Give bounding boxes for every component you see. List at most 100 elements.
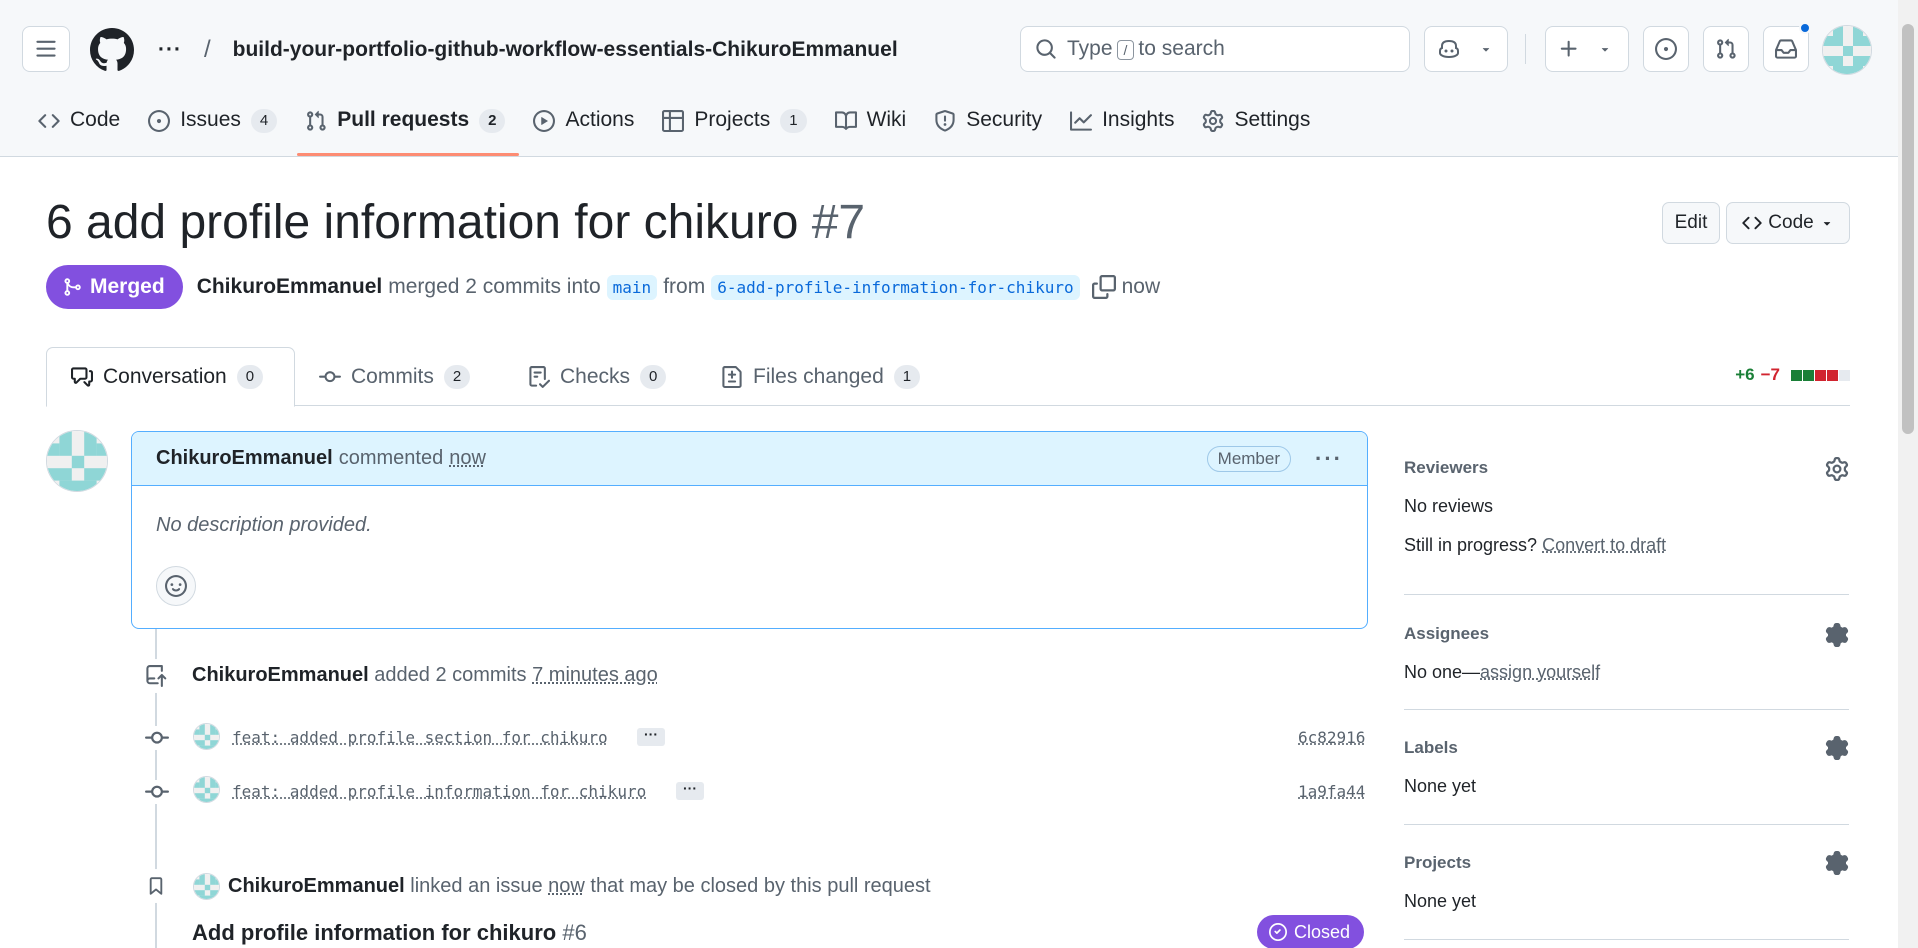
commit-expand-button[interactable]: ··· — [676, 781, 704, 800]
header-divider — [1525, 34, 1526, 64]
edit-button[interactable]: Edit — [1662, 202, 1720, 244]
identicon-icon — [1823, 26, 1871, 74]
commit-expand-button[interactable]: ··· — [637, 727, 665, 746]
code-dropdown-label: Code — [1768, 212, 1814, 233]
assignees-none: No one— — [1404, 662, 1481, 682]
tab-pull-requests[interactable]: Pull requests 2 — [291, 100, 520, 156]
commit-sha-link[interactable]: 6c82916 — [1298, 728, 1365, 747]
linked-issue-link[interactable]: Add profile information for chikuro #6 — [192, 920, 587, 946]
tab-label: Wiki — [866, 108, 907, 131]
role-badge: Member — [1206, 445, 1292, 472]
tab-counter: 1 — [780, 109, 807, 133]
commit-icon — [145, 780, 169, 804]
copilot-icon — [1439, 39, 1459, 59]
tab-checks[interactable]: Checks 0 — [504, 347, 690, 406]
draft-prefix: Still in progress? — [1404, 535, 1538, 555]
kebab-menu-icon[interactable]: ··· — [1315, 447, 1343, 469]
tab-wiki[interactable]: Wiki — [821, 100, 921, 156]
tab-counter: 4 — [250, 109, 278, 133]
author-link[interactable]: ChikuroEmmanuel — [197, 275, 383, 299]
convert-to-draft-link[interactable]: Convert to draft — [1542, 535, 1666, 555]
tab-settings[interactable]: Settings — [1188, 100, 1324, 156]
github-logo[interactable] — [90, 28, 134, 72]
page-scrollbar[interactable] — [1898, 0, 1918, 948]
tab-conversation[interactable]: Conversation 0 — [46, 347, 295, 407]
diffstat-block-del — [1815, 369, 1826, 381]
menu-button[interactable] — [22, 26, 70, 72]
tab-security[interactable]: Security — [920, 100, 1056, 156]
event-time[interactable]: now — [548, 875, 585, 897]
tab-label: Insights — [1102, 108, 1175, 131]
commit-message-link[interactable]: feat: added profile information for chik… — [232, 782, 646, 801]
base-branch[interactable]: main — [606, 274, 658, 300]
commit-message-link[interactable]: feat: added profile section for chikuro — [232, 728, 608, 747]
create-new-button[interactable] — [1545, 26, 1629, 72]
book-icon — [834, 111, 857, 130]
event-time[interactable]: 7 minutes ago — [532, 664, 658, 686]
identicon-icon — [47, 431, 107, 491]
assignees-section: Assignees No one—assign yourself — [1404, 595, 1849, 710]
search-input[interactable]: Type / to search — [1020, 26, 1410, 72]
linked-issue-number: #6 — [562, 920, 587, 945]
issue-opened-icon — [1655, 38, 1677, 60]
gear-icon[interactable] — [1825, 623, 1849, 647]
add-reaction-button[interactable] — [156, 566, 196, 606]
identicon-icon — [194, 777, 219, 802]
smiley-icon — [165, 575, 187, 597]
tab-code[interactable]: Code — [24, 100, 134, 156]
gear-icon[interactable] — [1825, 457, 1849, 481]
inbox-icon — [1775, 39, 1797, 59]
tab-label: Code — [70, 108, 121, 131]
git-pull-request-icon — [1717, 38, 1736, 59]
diffstat-block-del — [1827, 369, 1838, 381]
event-author[interactable]: ChikuroEmmanuel — [192, 664, 369, 686]
head-branch[interactable]: 6-add-profile-information-for-chikuro — [711, 274, 1080, 300]
tab-insights[interactable]: Insights — [1056, 100, 1188, 156]
assignees-value: No one—assign yourself — [1404, 662, 1600, 683]
merge-time: now — [1121, 275, 1161, 298]
tab-label: Security — [966, 108, 1043, 131]
copy-icon[interactable] — [1091, 275, 1116, 299]
issue-icon — [148, 110, 171, 132]
tab-label: Pull requests — [337, 108, 470, 131]
diffstat-additions: +6 — [1735, 365, 1755, 384]
comment-time[interactable]: now — [449, 447, 486, 470]
code-dropdown-button[interactable]: Code — [1726, 202, 1850, 244]
repo-name-link[interactable]: build-your-portfolio-github-workflow-ess… — [233, 38, 898, 62]
comment-author-avatar[interactable] — [46, 430, 108, 492]
reviewers-value: No reviews — [1404, 496, 1494, 516]
tab-actions[interactable]: Actions — [519, 100, 648, 156]
tab-counter: 2 — [443, 364, 471, 389]
pr-number: #7 — [811, 196, 866, 249]
pull-requests-button[interactable] — [1703, 26, 1749, 72]
tab-commits[interactable]: Commits 2 — [295, 347, 494, 406]
issues-button[interactable] — [1643, 26, 1689, 72]
tab-issues[interactable]: Issues 4 — [134, 100, 291, 156]
gear-icon[interactable] — [1825, 736, 1849, 760]
diffstat-deletions: −7 — [1760, 365, 1780, 384]
tab-files-changed[interactable]: Files changed 1 — [697, 347, 944, 406]
assign-yourself-link[interactable]: assign yourself — [1480, 662, 1600, 682]
shield-icon — [935, 110, 955, 132]
comment-author[interactable]: ChikuroEmmanuel — [156, 447, 333, 470]
labels-section: Labels None yet — [1404, 710, 1849, 825]
pr-title-text: 6 add profile information for chikuro — [46, 196, 799, 249]
breadcrumb-overflow-button[interactable]: ··· — [158, 38, 182, 62]
check-circle-icon — [1269, 923, 1287, 941]
copilot-button[interactable] — [1424, 26, 1508, 72]
commit-avatar[interactable] — [193, 776, 220, 803]
user-avatar[interactable] — [1822, 25, 1872, 75]
from-text: from — [663, 275, 706, 298]
diffstat: +6 −7 — [1735, 365, 1850, 385]
commit-sha-link[interactable]: 1a9fa44 — [1298, 782, 1365, 801]
event-avatar[interactable] — [193, 873, 220, 900]
tab-projects[interactable]: Projects 1 — [648, 100, 820, 156]
timeline-badge — [139, 869, 173, 903]
search-placeholder-prefix: Type — [1067, 37, 1113, 60]
labels-value: None yet — [1404, 776, 1477, 796]
scrollbar-thumb[interactable] — [1902, 24, 1914, 434]
commit-avatar[interactable] — [193, 723, 220, 750]
event-author[interactable]: ChikuroEmmanuel — [228, 875, 405, 897]
gear-icon[interactable] — [1825, 851, 1849, 875]
tab-label: Commits — [351, 364, 434, 388]
